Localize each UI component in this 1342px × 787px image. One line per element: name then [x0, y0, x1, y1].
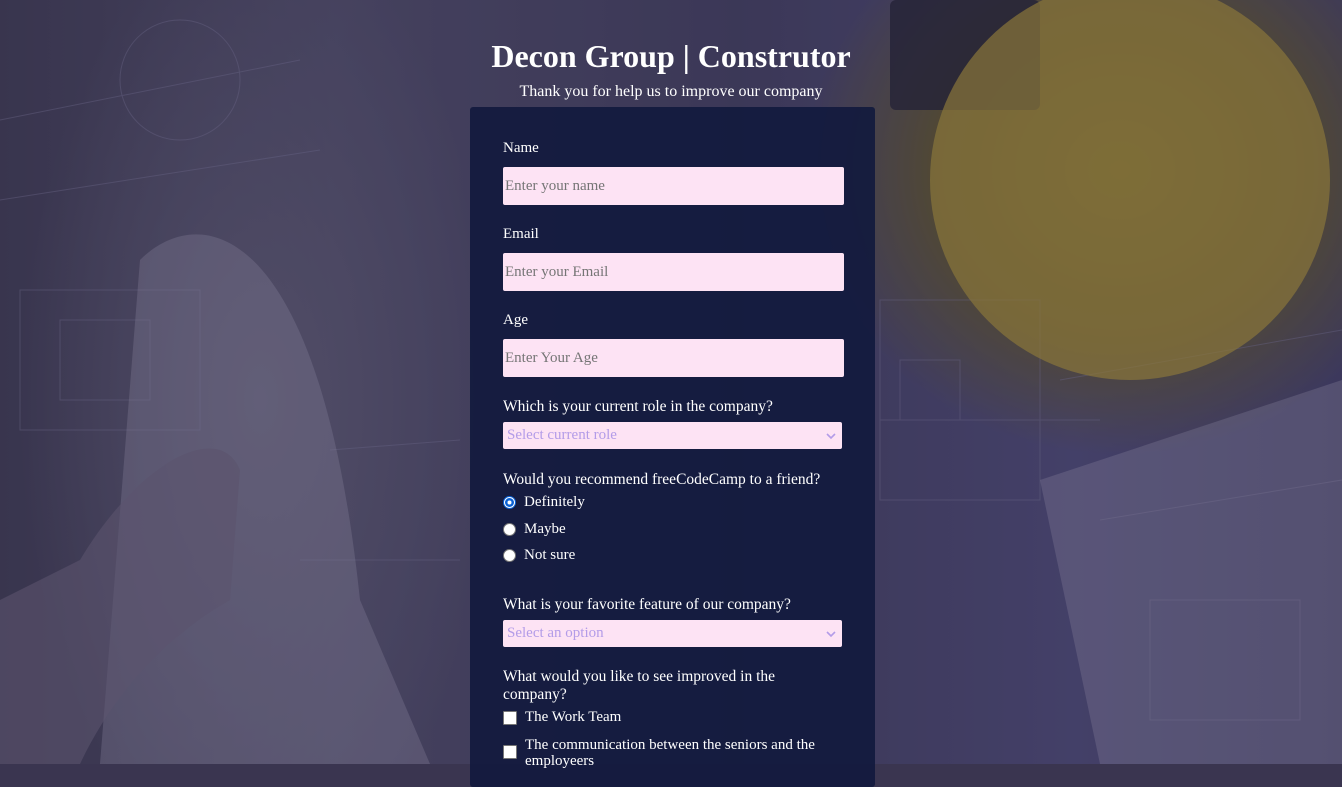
- checkbox[interactable]: [503, 710, 517, 725]
- feature-select-value: Select an option: [507, 625, 604, 641]
- feature-select[interactable]: Select an option: [503, 620, 842, 647]
- name-input[interactable]: [503, 167, 844, 205]
- radio-button[interactable]: [503, 523, 516, 536]
- radio-label: Maybe: [524, 521, 566, 537]
- radio-label: Definitely: [524, 494, 585, 510]
- age-label: Age: [503, 312, 528, 328]
- role-select-value: Select current role: [507, 427, 617, 443]
- checkbox-option-communication[interactable]: The communication between the seniors an…: [503, 737, 823, 769]
- radio-button-checked[interactable]: [503, 496, 516, 509]
- chevron-down-icon: [826, 631, 836, 638]
- checkbox-label: The Work Team: [525, 709, 622, 725]
- page-title: Decon Group | Construtor: [491, 38, 851, 74]
- recommend-question: Would you recommend freeCodeCamp to a fr…: [503, 471, 821, 488]
- role-select[interactable]: Select current role: [503, 422, 842, 449]
- page-subtitle: Thank you for help us to improve our com…: [519, 83, 823, 100]
- improve-question: What would you like to see improved in t…: [503, 668, 776, 703]
- chevron-down-icon: [826, 433, 836, 440]
- checkbox-option-work-team[interactable]: The Work Team: [503, 709, 621, 726]
- role-question: Which is your current role in the compan…: [503, 398, 773, 415]
- radio-option-not-sure[interactable]: Not sure: [503, 547, 575, 564]
- email-input[interactable]: [503, 253, 844, 291]
- radio-option-maybe[interactable]: Maybe: [503, 521, 566, 538]
- checkbox[interactable]: [503, 745, 517, 759]
- radio-button[interactable]: [503, 549, 516, 562]
- feature-question: What is your favorite feature of our com…: [503, 596, 791, 613]
- radio-option-definitely[interactable]: Definitely: [503, 494, 585, 511]
- email-label: Email: [503, 226, 539, 242]
- name-label: Name: [503, 140, 539, 156]
- age-input[interactable]: [503, 339, 844, 377]
- radio-label: Not sure: [524, 547, 576, 563]
- checkbox-label: The communication between the seniors an…: [525, 737, 815, 769]
